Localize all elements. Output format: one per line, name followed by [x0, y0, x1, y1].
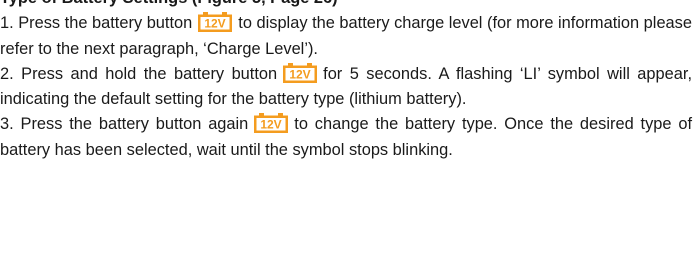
step-3: 3. Press the battery button again 12V to c…	[0, 112, 692, 163]
step-number: 3.	[0, 115, 14, 134]
step-text-before: Press the battery button	[18, 14, 193, 33]
instruction-document: Type of Battery Settings (Figure 5, Page…	[0, 0, 692, 163]
svg-text:12V: 12V	[289, 67, 310, 81]
step-1: 1. Press the battery button 12V to display…	[0, 11, 692, 62]
battery-12v-icon: 12V	[283, 62, 318, 83]
section-heading: Type of Battery Settings (Figure 5, Page…	[0, 0, 692, 11]
battery-12v-icon: 12V	[254, 113, 289, 134]
step-number: 2.	[0, 64, 14, 83]
step-2: 2. Press and hold the battery button 12V f…	[0, 62, 692, 113]
step-text-before: Press the battery button again	[20, 115, 249, 134]
svg-text:12V: 12V	[261, 118, 282, 132]
svg-text:12V: 12V	[205, 17, 226, 31]
battery-12v-icon: 12V	[198, 12, 233, 33]
step-text-before: Press and hold the battery button	[21, 64, 278, 83]
step-number: 1.	[0, 14, 14, 33]
